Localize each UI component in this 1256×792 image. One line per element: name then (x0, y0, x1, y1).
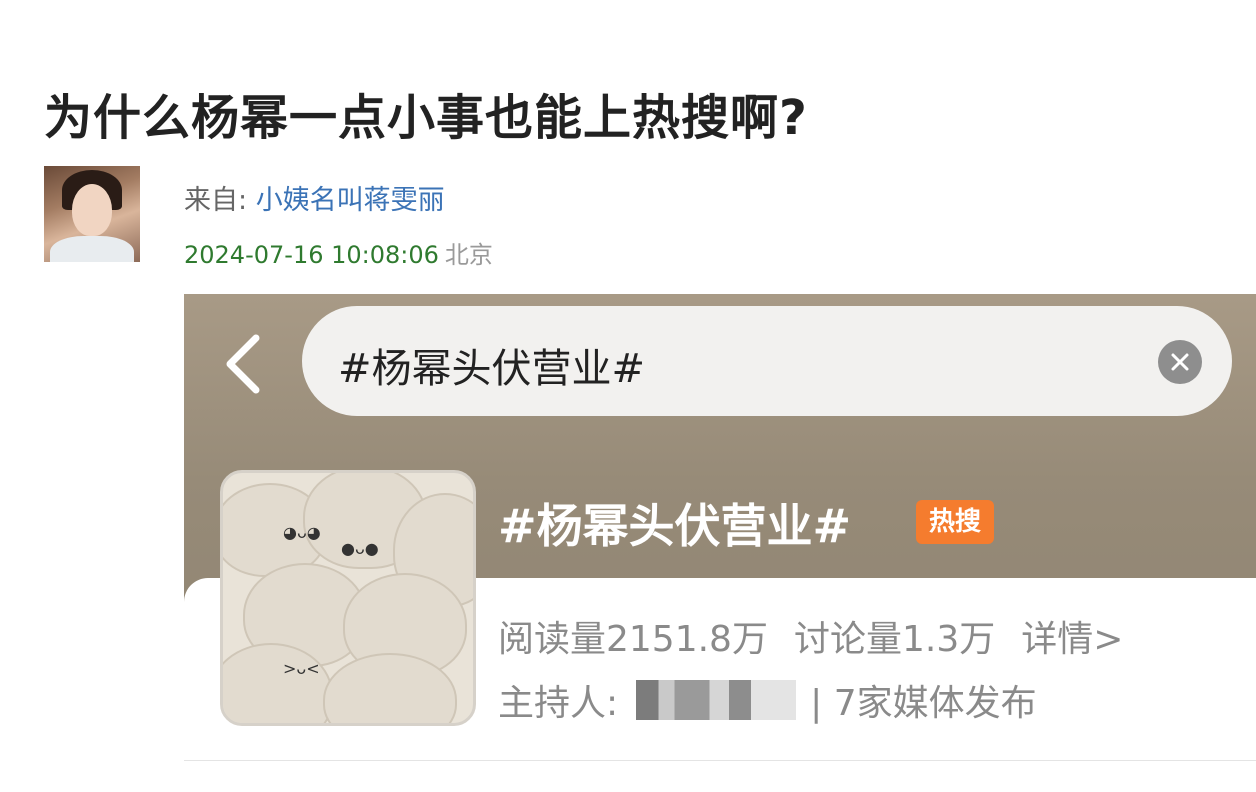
media-count: | 7家媒体发布 (810, 683, 1037, 724)
post-location: 北京 (444, 241, 493, 269)
avatar-face (72, 184, 112, 236)
hot-badge: 热搜 (916, 500, 994, 544)
host-row: 主持人: | 7家媒体发布 (498, 674, 1037, 726)
read-count: 阅读量2151.8万 (498, 619, 768, 660)
post-datetime: 2024-07-16 10:08:06 (184, 241, 439, 269)
post-title: 为什么杨幂一点小事也能上热搜啊? (44, 90, 808, 146)
topic-stats: 阅读量2151.8万 讨论量1.3万 详情> (498, 610, 1149, 662)
details-link[interactable]: 详情> (1021, 619, 1123, 660)
blurred-host-name (636, 680, 797, 720)
topic-thumbnail[interactable]: ◕ᴗ◕ ●ᴗ● >ᴗ< (220, 470, 476, 726)
dumpling-face-icon: >ᴗ< (283, 659, 320, 678)
dumpling-face-icon: ●ᴗ● (341, 539, 379, 558)
search-bar[interactable]: #杨幂头伏营业# (302, 306, 1232, 416)
discussion-count: 讨论量1.3万 (793, 619, 996, 660)
host-label: 主持人: (498, 683, 619, 724)
page: 为什么杨幂一点小事也能上热搜啊? 来自: 小姨名叫蒋雯丽 2024-07-16 … (0, 0, 1256, 792)
post-meta: 2024-07-16 10:08:06 北京 (184, 235, 493, 270)
from-label: 来自: (184, 185, 256, 216)
author-link[interactable]: 小姨名叫蒋雯丽 (256, 185, 445, 216)
avatar-shirt (50, 236, 134, 262)
avatar[interactable] (44, 166, 140, 262)
clear-icon[interactable] (1158, 340, 1202, 384)
search-query[interactable]: #杨幂头伏营业# (338, 336, 645, 394)
dumpling-face-icon: ◕ᴗ◕ (283, 523, 321, 542)
chevron-left-icon[interactable] (220, 334, 280, 394)
embedded-screenshot[interactable]: #杨幂头伏营业# ◕ᴗ◕ ●ᴗ● >ᴗ< #杨幂头伏营业# 热搜 阅读量2151… (184, 294, 1256, 760)
divider (184, 760, 1256, 761)
post-source: 来自: 小姨名叫蒋雯丽 (184, 178, 445, 217)
topic-title[interactable]: #杨幂头伏营业# (498, 490, 851, 556)
